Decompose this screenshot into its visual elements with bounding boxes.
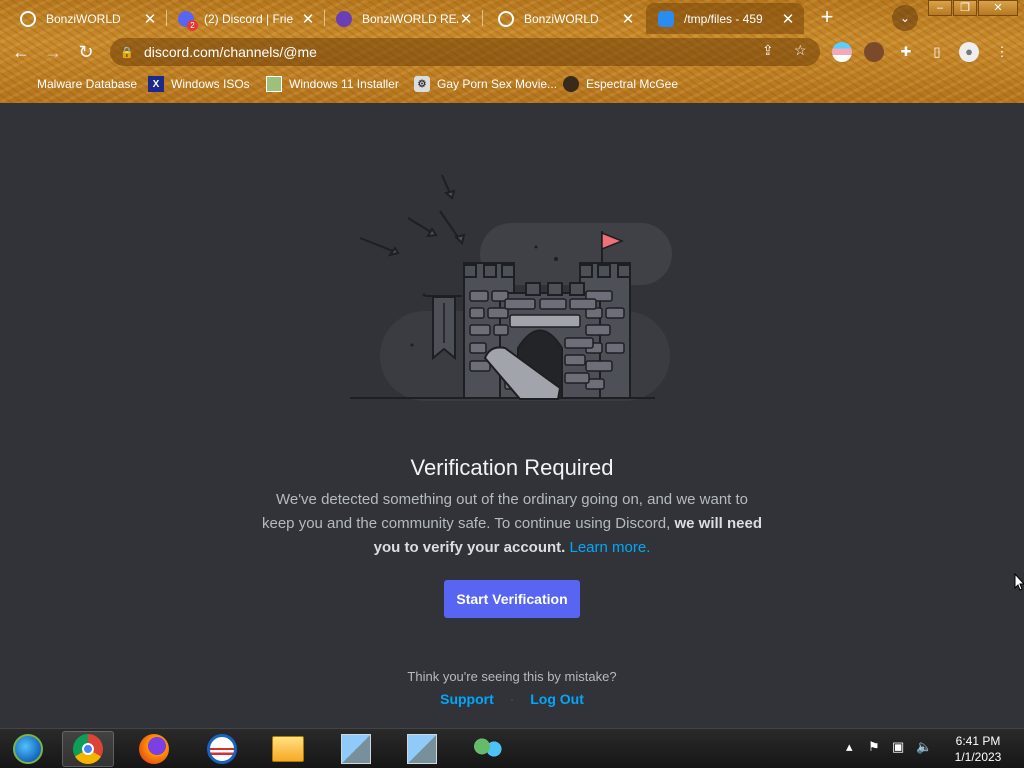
network-users-icon <box>473 736 503 762</box>
tab-title: (2) Discord | Frie <box>204 11 294 26</box>
tab-tmp-files[interactable]: /tmp/files - 459 ✕ <box>646 3 804 34</box>
help-links: Support · Log Out <box>0 691 1024 707</box>
castle-illustration <box>350 174 672 401</box>
taskbar-obama-app[interactable] <box>196 731 248 767</box>
browser-toolbar: ← → ↻ 🔒 discord.com/channels/@me ⇪ ☆ ✚ ▯… <box>0 34 1024 70</box>
bookmark-windows-isos[interactable]: X Windows ISOs <box>148 74 250 94</box>
start-button[interactable] <box>2 731 54 767</box>
minimize-button[interactable]: – <box>928 0 952 16</box>
network-icon[interactable]: ▣ <box>892 739 904 755</box>
setup-icon <box>407 734 437 764</box>
tab-bonziworld-real[interactable]: BonziWORLD REA ✕ <box>324 3 482 34</box>
globe-icon <box>14 76 30 92</box>
taskbar: ▴ ⚑ ▣ 🔈 6:41 PM 1/1/2023 <box>0 728 1024 768</box>
action-center-flag-icon[interactable]: ⚑ <box>868 739 880 755</box>
close-icon[interactable]: ✕ <box>300 10 316 28</box>
robot-icon: ⚙ <box>414 76 430 92</box>
tab-title: /tmp/files - 459 <box>684 11 763 26</box>
cloud-icon <box>658 10 674 27</box>
puzzle-extensions-icon[interactable]: ✚ <box>896 42 916 62</box>
tab-title: BonziWORLD <box>524 11 599 26</box>
taskbar-setup-2[interactable] <box>396 731 448 767</box>
discord-icon: 2 <box>178 10 198 31</box>
clock-date: 1/1/2023 <box>954 750 1002 764</box>
globe-icon <box>498 10 514 27</box>
link-separator: · <box>509 691 515 707</box>
menu-kebab-icon[interactable]: ⋮ <box>992 42 1012 62</box>
close-window-button[interactable]: ✕ <box>978 0 1018 16</box>
logout-link[interactable]: Log Out <box>530 691 584 707</box>
tab-bonziworld-1[interactable]: BonziWORLD ✕ <box>8 3 166 34</box>
tab-discord[interactable]: 2 (2) Discord | Frie ✕ <box>166 3 324 34</box>
setup-icon <box>341 734 371 764</box>
volume-icon[interactable]: 🔈 <box>916 739 932 755</box>
image-icon <box>266 76 282 92</box>
support-link[interactable]: Support <box>440 691 494 707</box>
clock-time: 6:41 PM <box>955 734 1001 748</box>
bookmark-windows-11-installer[interactable]: Windows 11 Installer <box>266 74 399 94</box>
system-clock[interactable]: 6:41 PM 1/1/2023 <box>940 733 1016 765</box>
start-orb-icon <box>13 734 43 764</box>
discord-verification-page: Verification Required We've detected som… <box>0 103 1024 728</box>
show-hidden-icons-icon[interactable]: ▴ <box>846 739 853 755</box>
bookmarks-bar: Malware Database X Windows ISOs Windows … <box>0 72 1024 96</box>
face-icon <box>563 76 579 92</box>
verification-message: We've detected something out of the ordi… <box>262 491 762 556</box>
side-panel-icon[interactable]: ▯ <box>927 42 947 62</box>
lock-icon: 🔒 <box>120 46 134 59</box>
tab-title: BonziWORLD REA <box>362 11 458 26</box>
mouse-cursor-icon <box>1014 573 1024 591</box>
learn-more-link[interactable]: Learn more. <box>570 539 651 556</box>
taskbar-network-users[interactable] <box>462 731 514 767</box>
share-icon[interactable]: ⇪ <box>762 42 774 59</box>
taskbar-file-explorer[interactable] <box>262 731 314 767</box>
globe-icon <box>20 10 36 27</box>
x-icon: X <box>148 76 164 92</box>
new-tab-button[interactable]: + <box>814 5 840 31</box>
chrome-icon <box>73 734 103 764</box>
tab-bonziworld-2[interactable]: BonziWORLD ✕ <box>486 3 644 34</box>
flag-extension-icon[interactable] <box>832 42 852 62</box>
file-explorer-icon <box>272 736 304 762</box>
bookmark-espectral-mcgee[interactable]: Espectral McGee <box>563 74 678 94</box>
obama-icon <box>207 734 237 764</box>
close-icon[interactable]: ✕ <box>458 10 474 28</box>
bonzi-icon <box>336 10 352 27</box>
account-avatar-icon[interactable]: ● <box>959 42 979 62</box>
bookmark-star-icon[interactable]: ☆ <box>794 42 807 59</box>
taskbar-chrome[interactable] <box>62 731 114 767</box>
firefox-icon <box>139 734 169 764</box>
back-arrow-icon[interactable]: ← <box>8 39 34 65</box>
start-verification-button[interactable]: Start Verification <box>444 580 580 618</box>
verification-title: Verification Required <box>410 455 614 480</box>
tab-search-chevron-icon[interactable]: ⌄ <box>892 5 918 31</box>
address-bar[interactable]: 🔒 discord.com/channels/@me ⇪ ☆ <box>110 38 820 66</box>
bookmark-malware-database[interactable]: Malware Database <box>14 74 137 94</box>
close-icon[interactable]: ✕ <box>780 10 796 28</box>
bookmark-gay-porn-sex-movie[interactable]: ⚙ Gay Porn Sex Movie... <box>414 74 557 94</box>
notification-badge: 2 <box>187 19 198 31</box>
close-icon[interactable]: ✕ <box>142 10 158 28</box>
close-icon[interactable]: ✕ <box>620 10 636 28</box>
browser-chrome: BonziWORLD ✕ 2 (2) Discord | Frie ✕ Bonz… <box>0 0 1024 103</box>
forward-arrow-icon[interactable]: → <box>40 39 66 65</box>
restore-button[interactable]: ❐ <box>953 0 977 16</box>
taskbar-firefox[interactable] <box>128 731 180 767</box>
tab-title: BonziWORLD <box>46 11 121 26</box>
tab-strip: BonziWORLD ✕ 2 (2) Discord | Frie ✕ Bonz… <box>0 0 1024 34</box>
url-text: discord.com/channels/@me <box>144 44 317 60</box>
taskbar-setup-1[interactable] <box>330 731 382 767</box>
reload-icon[interactable]: ↻ <box>73 39 99 65</box>
profile-extension-icon[interactable] <box>864 42 884 62</box>
mistake-prompt: Think you're seeing this by mistake? <box>407 669 617 684</box>
